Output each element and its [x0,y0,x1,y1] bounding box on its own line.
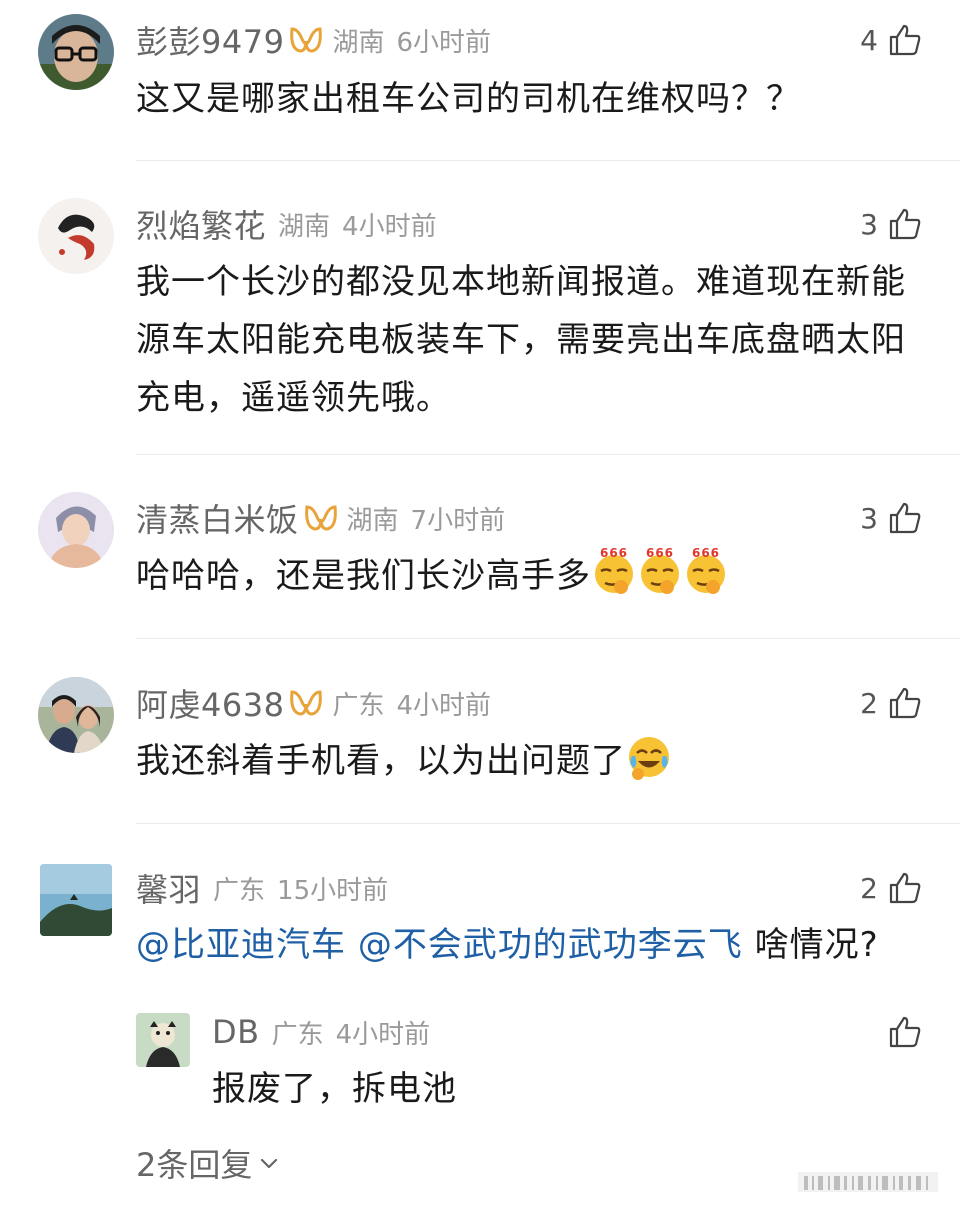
crying-laughing-emoji-icon [626,734,672,780]
divider [136,160,960,161]
like-count: 3 [860,207,878,241]
emoji-label: 666 [692,546,720,560]
location: 湖南 [278,211,331,242]
location: 广东 [213,875,266,906]
mention-link[interactable]: @比亚迪汽车 [136,925,346,965]
666-emoji-icon: 666 [591,546,637,595]
reply-timestamp: 4小时前 [335,1019,431,1050]
view-replies-button[interactable]: 2条回复 [136,1140,280,1186]
reply-like-button[interactable] [888,1010,922,1054]
avatar[interactable] [40,864,112,936]
mention-link[interactable]: @不会武功的武功李云飞 [358,925,743,965]
vip-badge-icon [288,25,324,55]
comment-meta: 清蒸白米饭 湖南 7小时前 [136,496,505,540]
avatar[interactable] [38,14,114,90]
thumbs-up-icon[interactable] [888,501,922,535]
avatar[interactable] [38,198,114,274]
like-button[interactable]: 3 [860,496,922,540]
divider [136,454,960,455]
like-button[interactable]: 2 [860,681,922,725]
comment-text-line: 充电，遥遥领先哦。 [136,378,451,418]
comment-text: 哈哈哈，还是我们长沙高手多 666 666 666 [136,546,926,605]
comment-text-body: 我还斜着手机看，以为出问题了 [136,741,626,781]
comment-text: 我一个长沙的都没见本地新闻报道。难道现在新能 源车太阳能充电板装车下，需要亮出车… [136,253,926,427]
avatar[interactable] [38,677,114,753]
location: 广东 [332,690,385,721]
comment-text-line: 源车太阳能充电板装车下，需要亮出车底盘晒太阳 [136,320,906,360]
comment-text-line: 我一个长沙的都没见本地新闻报道。难道现在新能 [136,262,906,302]
timestamp: 4小时前 [396,690,492,721]
comment-text: 我还斜着手机看，以为出问题了 [136,732,926,790]
watermark-logo [798,1168,938,1196]
thumbs-up-icon[interactable] [888,686,922,720]
comment-text: @比亚迪汽车 @不会武功的武功李云飞 啥情况? [136,916,926,974]
comment-meta: 馨羽 广东 15小时前 [136,866,388,910]
comment-text-body: 哈哈哈，还是我们长沙高手多 [136,556,591,596]
comment-text: 这又是哪家出租车公司的司机在维权吗？？ [136,79,801,119]
like-count: 2 [860,871,878,905]
divider [136,823,960,824]
vip-badge-icon [288,688,324,718]
comment-meta: 烈焰繁花 湖南 4小时前 [136,202,437,246]
timestamp: 15小时前 [277,875,389,906]
chevron-down-icon [258,1152,280,1174]
comment-meta: 阿虔4638 广东 4小时前 [136,681,491,725]
like-button[interactable]: 2 [860,866,922,910]
divider [136,638,960,639]
avatar[interactable] [38,492,114,568]
666-emoji-icon: 666 [637,546,683,595]
view-replies-label: 2条回复 [136,1146,253,1184]
reply-username[interactable]: DB [212,1013,260,1051]
reply-location: 广东 [271,1019,324,1050]
comment-meta: 彭彭9479 湖南 6小时前 [136,18,491,62]
like-count: 4 [860,23,878,57]
timestamp: 6小时前 [396,27,492,58]
timestamp: 7小时前 [410,505,506,536]
vip-badge-icon [303,503,339,533]
username[interactable]: 烈焰繁花 [136,201,266,247]
location: 湖南 [346,505,399,536]
location: 湖南 [332,27,385,58]
thumbs-up-icon[interactable] [888,1015,922,1049]
username[interactable]: 馨羽 [136,865,201,911]
username[interactable]: 彭彭9479 [136,17,284,63]
emoji-label: 666 [600,546,628,560]
username[interactable]: 清蒸白米饭 [136,495,299,541]
like-count: 2 [860,686,878,720]
reply-avatar[interactable] [136,1013,190,1067]
666-emoji-icon: 666 [683,546,729,595]
like-button[interactable]: 4 [860,18,922,62]
comment-text-body: 啥情况? [754,925,879,965]
like-count: 3 [860,501,878,535]
thumbs-up-icon[interactable] [888,23,922,57]
thumbs-up-icon[interactable] [888,871,922,905]
username[interactable]: 阿虔4638 [136,680,284,726]
reply-meta: DB 广东 4小时前 [212,1010,430,1054]
timestamp: 4小时前 [342,211,437,242]
like-button[interactable]: 3 [860,202,922,246]
thumbs-up-icon[interactable] [888,207,922,241]
reply-text: 报废了，拆电池 [212,1069,457,1109]
emoji-label: 666 [646,546,674,560]
